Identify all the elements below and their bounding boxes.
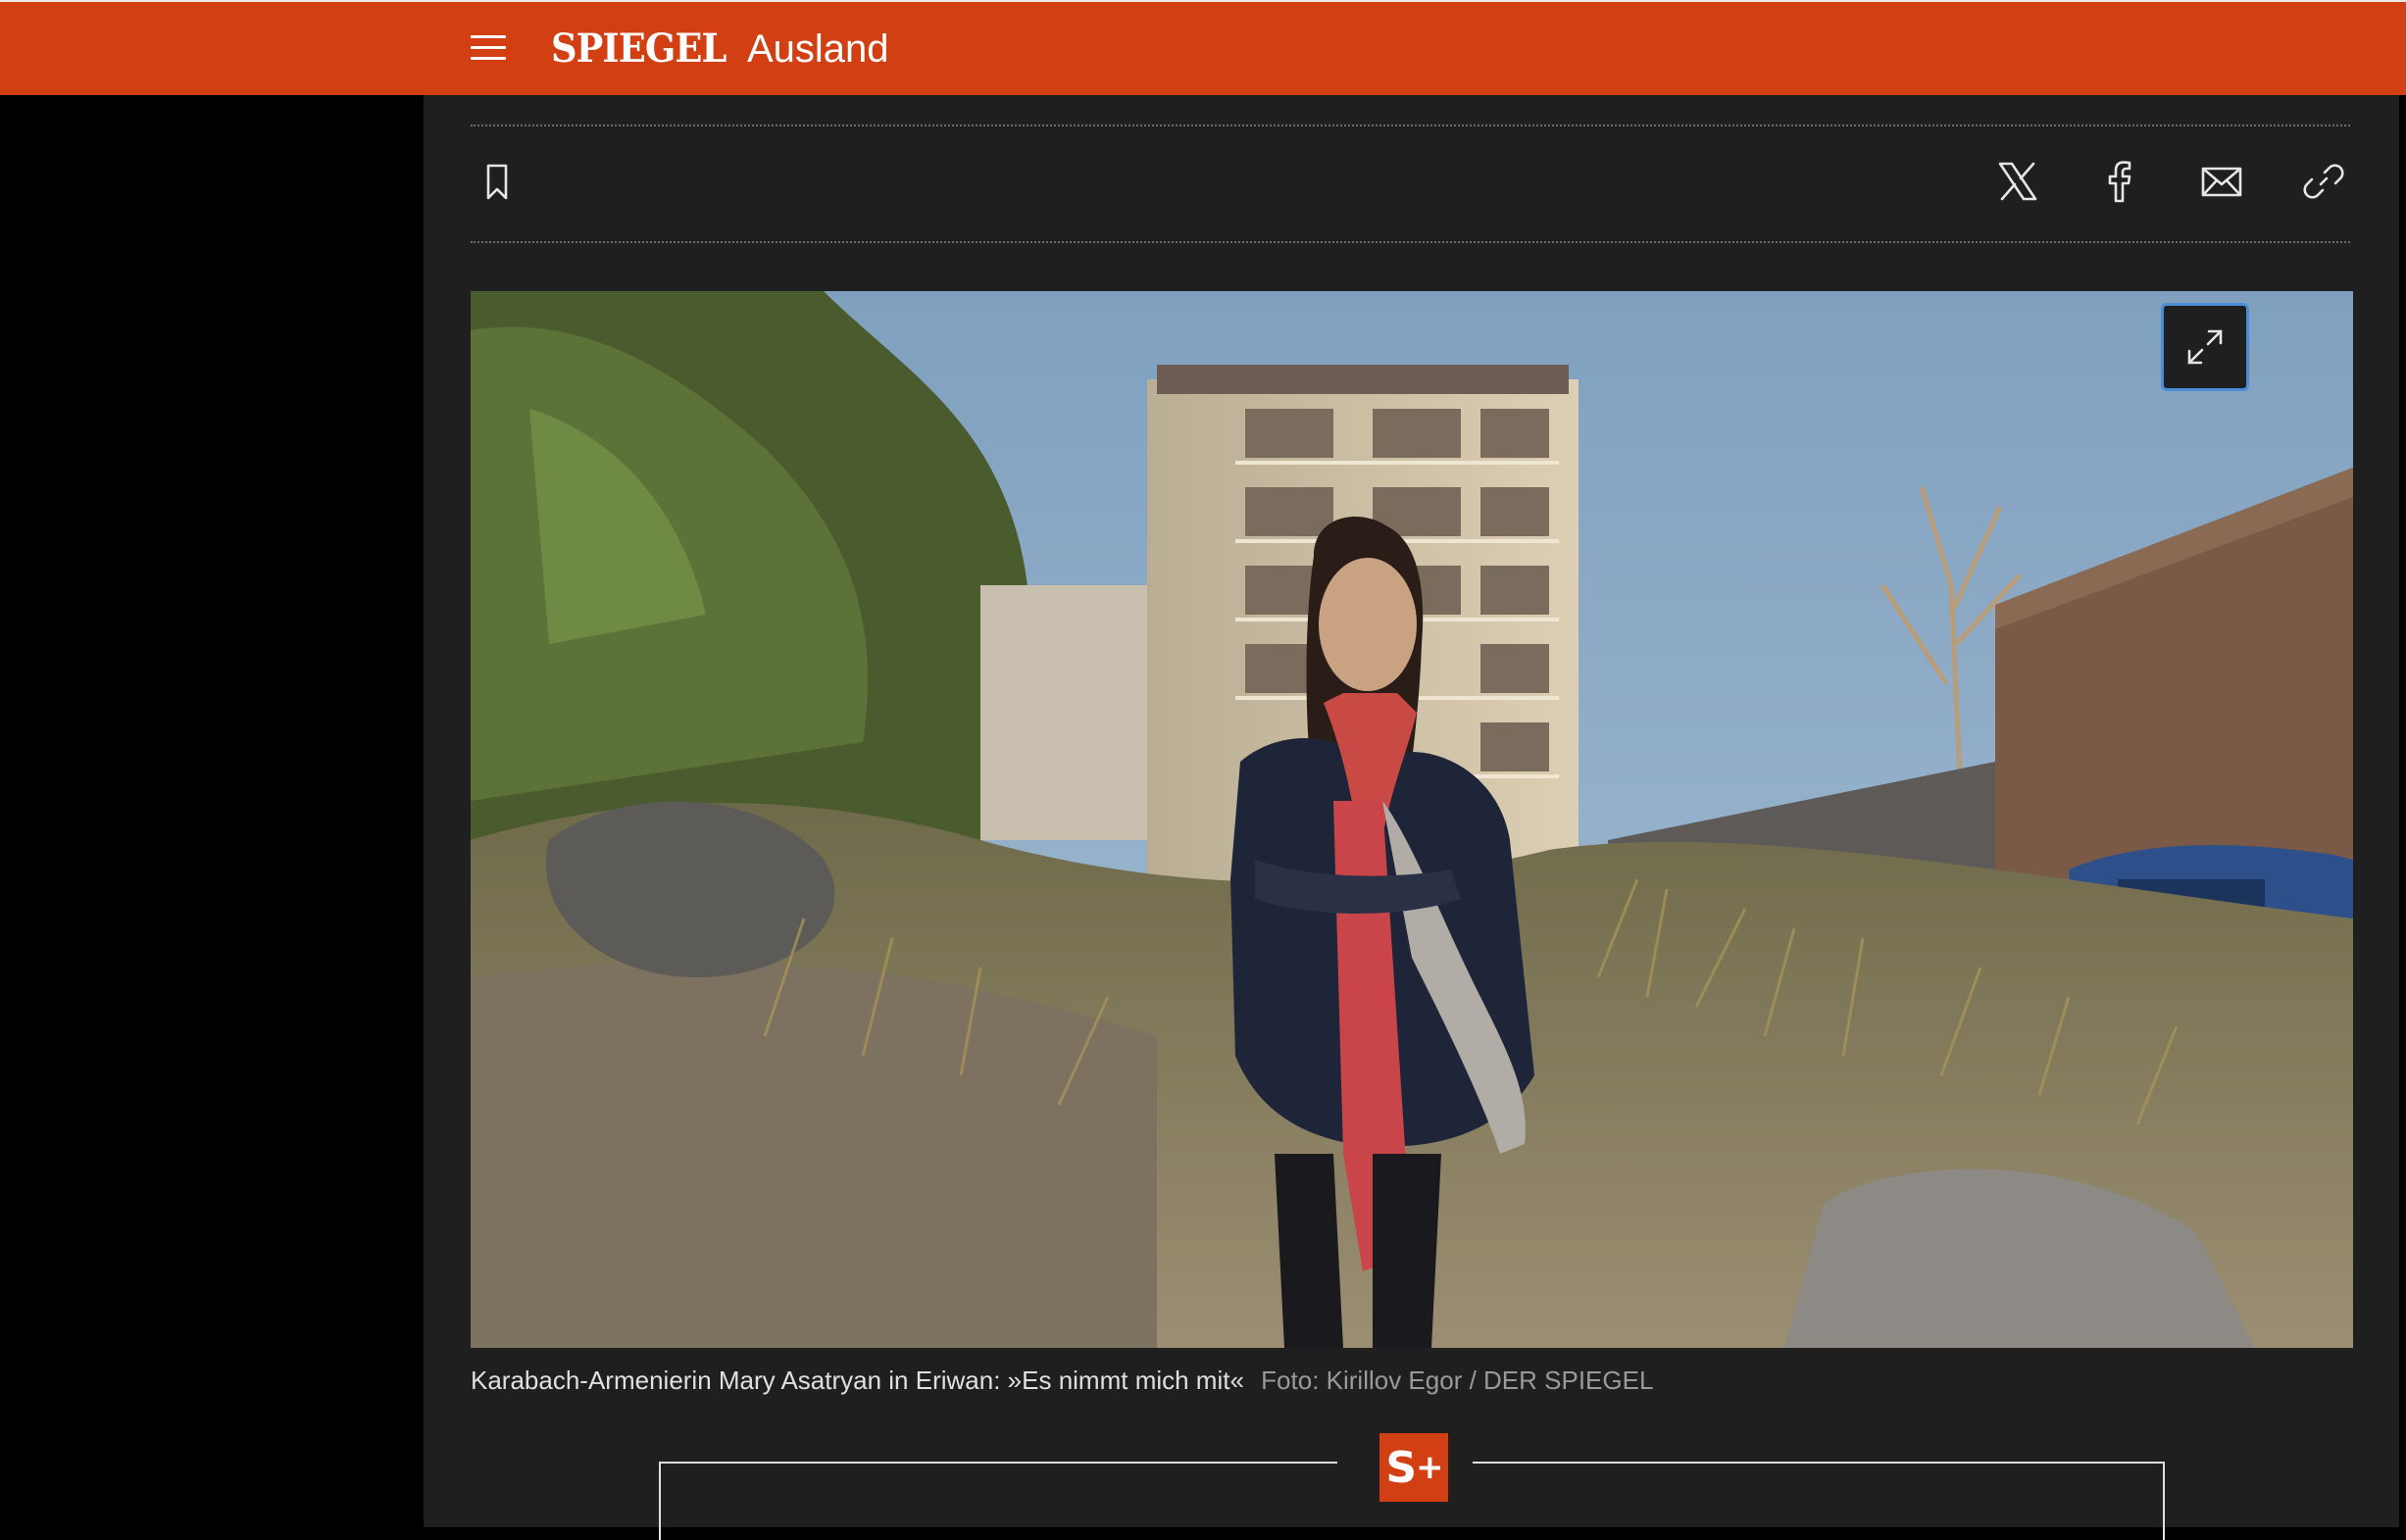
expand-icon	[2187, 329, 2223, 365]
spiegel-logo[interactable]: SPIEGEL	[551, 25, 727, 72]
link-icon[interactable]	[2302, 160, 2345, 203]
left-margin	[0, 95, 424, 1527]
menu-icon[interactable]	[471, 35, 506, 63]
x-twitter-icon[interactable]	[1996, 160, 2039, 203]
top-navigation-bar: SPIEGEL Ausland	[0, 0, 2406, 95]
section-title[interactable]: Ausland	[747, 27, 889, 72]
article-container: Karabach-Armenierin Mary Asatryan in Eri…	[424, 95, 2399, 1540]
article-photo[interactable]	[471, 291, 2353, 1348]
divider-top	[471, 124, 2350, 126]
portrait-photo-illustration	[471, 291, 2353, 1348]
photo-credit: Foto: Kirillov Egor / DER SPIEGEL	[1261, 1366, 1654, 1395]
expand-image-button[interactable]	[2161, 303, 2249, 391]
spiegel-plus-badge: S +	[1379, 1433, 1448, 1502]
right-margin	[2399, 95, 2406, 1527]
bookmark-icon[interactable]	[476, 160, 519, 203]
caption-text: Karabach-Armenierin Mary Asatryan in Eri…	[471, 1366, 1244, 1395]
badge-letter: S	[1385, 1442, 1417, 1493]
badge-plus: +	[1416, 1448, 1443, 1487]
site-brand[interactable]: SPIEGEL Ausland	[551, 25, 889, 76]
mail-icon[interactable]	[2200, 160, 2243, 203]
divider-bottom	[471, 241, 2350, 243]
facebook-icon[interactable]	[2098, 160, 2141, 203]
photo-caption: Karabach-Armenierin Mary Asatryan in Eri…	[471, 1366, 1653, 1396]
